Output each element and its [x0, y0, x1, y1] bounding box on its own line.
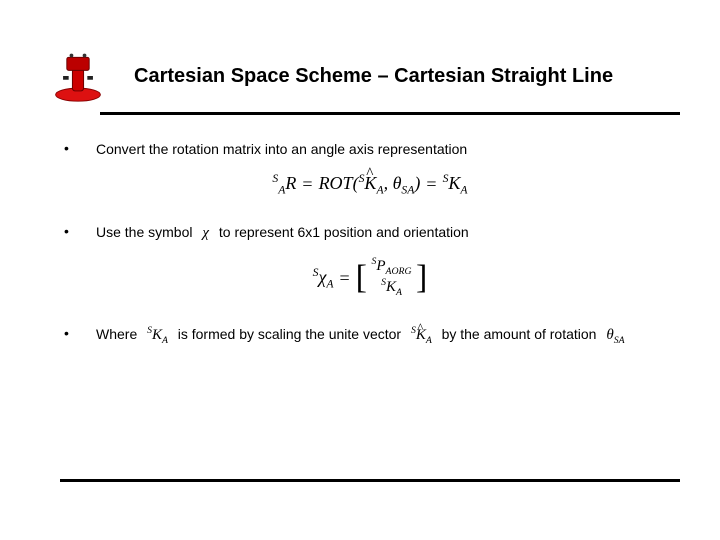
- bullet-2-pre: Use the symbol: [96, 224, 192, 240]
- b3-sk: SKA: [141, 327, 178, 343]
- eq1-theta-sub: SA: [401, 184, 414, 197]
- bullet-dot: •: [60, 140, 96, 156]
- eq2-p-sub: AORG: [386, 266, 412, 277]
- bullet-3: • Where SKA is formed by scaling the uni…: [60, 325, 680, 348]
- b3-theta-sym: θ: [606, 327, 613, 343]
- b3-theta-sub: SA: [614, 335, 625, 346]
- slide-body: • Convert the rotation matrix into an an…: [60, 140, 680, 359]
- b3-theta: θSA: [600, 327, 630, 343]
- bullet-3-post: by the amount of rotation: [442, 326, 597, 342]
- bullet-1: • Convert the rotation matrix into an an…: [60, 140, 680, 158]
- eq1-r: R: [285, 173, 296, 193]
- b3-sk-sub: A: [162, 335, 168, 346]
- robot-icon: [50, 48, 106, 104]
- page-title: Cartesian Space Scheme – Cartesian Strai…: [134, 65, 680, 88]
- title-underline: [100, 112, 680, 115]
- title-area: Cartesian Space Scheme – Cartesian Strai…: [50, 48, 680, 104]
- eq2-k-sub: A: [396, 287, 402, 298]
- eq1-rot: ROT: [319, 173, 353, 193]
- eq1-rhs-sub: A: [460, 184, 467, 197]
- bullet-dot: •: [60, 325, 96, 341]
- b3-khat-sub: A: [426, 335, 432, 346]
- eq2-k: K: [386, 279, 396, 295]
- formula-1: SAR = ROT(SKA, θSA) = SKA: [60, 172, 680, 197]
- eq2-bracket: [ SPAORG SKA ]: [356, 257, 428, 298]
- bullet-1-text: Convert the rotation matrix into an angl…: [96, 140, 680, 158]
- eq2-chi-sub: A: [326, 277, 333, 290]
- eq1-k-hat: K: [364, 173, 376, 193]
- bullet-3-content: Where SKA is formed by scaling the unite…: [96, 325, 680, 348]
- eq1-k-sub: A: [376, 184, 383, 197]
- b3-sk-k: K: [152, 327, 162, 343]
- bullet-2-content: Use the symbol χ to represent 6x1 positi…: [96, 223, 680, 244]
- bullet-2: • Use the symbol χ to represent 6x1 posi…: [60, 223, 680, 244]
- b3-khat-k: K: [416, 327, 426, 343]
- eq1-rhs-k: K: [448, 173, 460, 193]
- bullet-3-mid: is formed by scaling the unite vector: [178, 326, 401, 342]
- slide: Cartesian Space Scheme – Cartesian Strai…: [0, 0, 720, 540]
- bullet-2-post: to represent 6x1 position and orientatio…: [219, 224, 469, 240]
- chi-symbol: χ: [196, 225, 215, 241]
- formula-2: SχA = [ SPAORG SKA ]: [60, 257, 680, 298]
- b3-khat: SKA: [405, 327, 442, 343]
- bullet-dot: •: [60, 223, 96, 239]
- eq2-p: P: [376, 258, 385, 274]
- bullet-3-pre: Where: [96, 326, 137, 342]
- footer-line: [60, 479, 680, 482]
